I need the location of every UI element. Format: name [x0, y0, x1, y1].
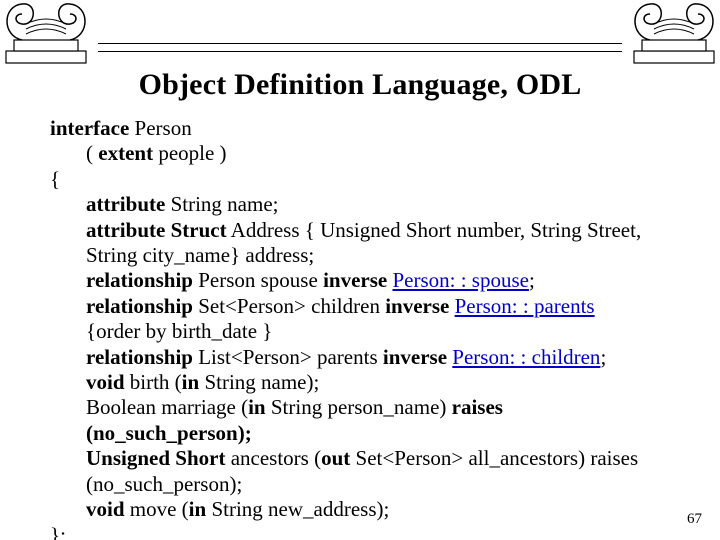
code-line: relationship Person spouse inverse Perso…	[50, 268, 690, 293]
keyword: void	[86, 497, 125, 521]
keyword: inverse	[323, 268, 387, 292]
text: String name);	[199, 370, 319, 394]
column-capital-left-icon	[0, 0, 96, 68]
keyword: relationship	[86, 294, 193, 318]
slide-title: Object Definition Language, ODL	[0, 68, 720, 102]
code-line: relationship Set<Person> children invers…	[50, 294, 690, 319]
keyword: extent	[98, 141, 153, 165]
keyword: Struct	[171, 218, 227, 242]
keyword: out	[321, 446, 350, 470]
text: List<Person> parents	[193, 345, 383, 369]
text: move (	[125, 497, 189, 521]
reference-link[interactable]: Person: : parents	[455, 294, 595, 318]
reference-link[interactable]: Person: : spouse	[392, 268, 529, 292]
horizontal-rule	[98, 51, 622, 52]
text: String new_address);	[206, 497, 389, 521]
code-line: {order by birth_date }	[50, 319, 690, 344]
slide: Object Definition Language, ODL interfac…	[0, 0, 720, 540]
text: birth (	[125, 370, 182, 394]
keyword: in	[182, 370, 200, 394]
code-line: ( extent people )	[50, 141, 690, 166]
keyword: interface	[50, 116, 129, 140]
code-line: (no_such_person);	[50, 421, 690, 446]
code-line: void birth (in String name);	[50, 370, 690, 395]
keyword: in	[189, 497, 207, 521]
code-line: Boolean marriage (in String person_name)…	[50, 395, 690, 420]
horizontal-rule	[98, 43, 622, 44]
text: people )	[153, 141, 226, 165]
code-block: interface Person ( extent people ) { att…	[50, 116, 690, 540]
code-line: {	[50, 167, 690, 192]
text: Person spouse	[193, 268, 323, 292]
code-line: attribute Struct Address { Unsigned Shor…	[50, 218, 690, 269]
reference-link[interactable]: Person: : children	[452, 345, 600, 369]
keyword: in	[248, 395, 266, 419]
text: ;	[600, 345, 606, 369]
keyword: void	[86, 370, 125, 394]
text: (	[86, 141, 98, 165]
keyword: raises	[452, 395, 503, 419]
keyword: attribute	[86, 192, 165, 216]
code-line: void move (in String new_address);	[50, 497, 690, 522]
text: Boolean marriage (	[86, 395, 248, 419]
code-line: attribute String name;	[50, 192, 690, 217]
code-line: Unsigned Short ancestors (out Set<Person…	[50, 446, 690, 497]
code-line: relationship List<Person> parents invers…	[50, 345, 690, 370]
text: String name;	[165, 192, 278, 216]
text: String person_name)	[266, 395, 452, 419]
text: ancestors (	[225, 446, 321, 470]
column-capital-right-icon	[624, 0, 720, 68]
text: Person	[129, 116, 191, 140]
keyword: Unsigned Short	[86, 446, 225, 470]
text: Set<Person> children	[193, 294, 385, 318]
page-number: 67	[687, 511, 702, 528]
keyword: inverse	[385, 294, 449, 318]
keyword: attribute	[86, 218, 171, 242]
code-line: interface Person	[50, 116, 690, 141]
code-line: };	[50, 523, 690, 540]
keyword: inverse	[383, 345, 447, 369]
keyword: relationship	[86, 268, 193, 292]
keyword: relationship	[86, 345, 193, 369]
text: ;	[529, 268, 535, 292]
